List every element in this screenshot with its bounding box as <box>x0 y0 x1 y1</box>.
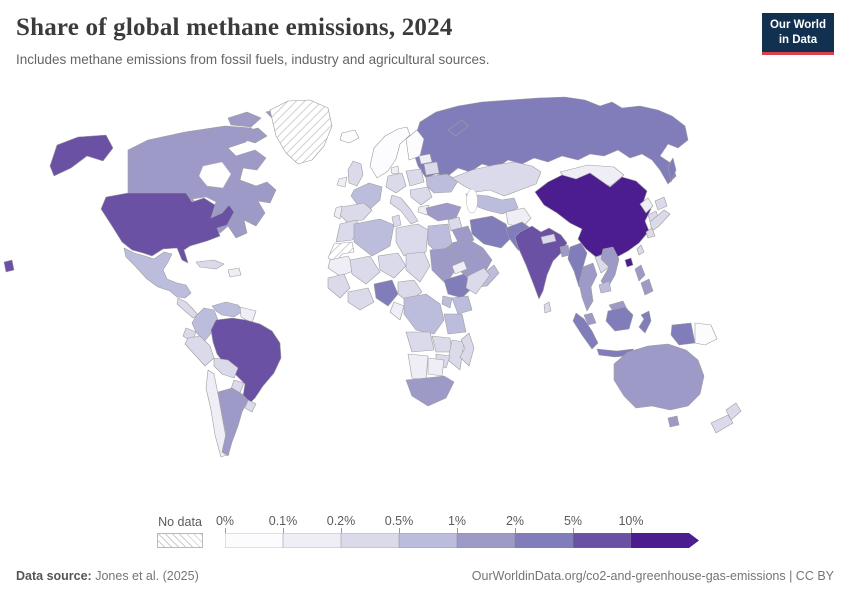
legend-tick-mark <box>515 528 516 533</box>
country-baltics[interactable] <box>419 154 432 164</box>
data-source-value: Jones et al. (2025) <box>92 569 199 583</box>
country-united-states-alaska[interactable] <box>50 135 113 176</box>
country-canada-arctic-1[interactable] <box>228 112 261 127</box>
country-indonesia-borneo[interactable] <box>606 307 633 331</box>
country-germany[interactable] <box>386 173 406 193</box>
country-russia[interactable] <box>414 97 688 184</box>
country-iran[interactable] <box>470 216 511 248</box>
legend-tick-mark <box>283 528 284 533</box>
legend-color-bar: 0%0.1%0.2%0.5%1%2%5%10% <box>225 533 699 548</box>
legend-bin-1%-2%[interactable] <box>457 533 515 548</box>
country-angola[interactable] <box>406 332 434 352</box>
legend-tick-mark <box>573 528 574 533</box>
country-chad[interactable] <box>406 252 430 282</box>
country-australia-tasmania[interactable] <box>668 416 679 427</box>
country-papua-new-guinea[interactable] <box>695 323 717 345</box>
country-spain[interactable] <box>339 203 372 222</box>
owid-logo-line2: in Data <box>779 34 817 46</box>
chart-frame: Share of global methane emissions, 2024 … <box>0 0 850 600</box>
country-south-africa[interactable] <box>406 376 454 406</box>
legend-bin-0%-0.1%[interactable] <box>225 533 283 548</box>
owid-logo[interactable]: Our World in Data <box>762 13 834 55</box>
country-zambia[interactable] <box>432 336 452 352</box>
country-mali[interactable] <box>350 256 380 284</box>
legend-no-data-swatch[interactable] <box>157 533 203 548</box>
country-poland[interactable] <box>406 169 424 186</box>
world-map <box>0 88 850 508</box>
legend-bin-2%-5%[interactable] <box>515 533 573 548</box>
country-ukraine[interactable] <box>426 174 458 193</box>
country-iceland[interactable] <box>340 130 359 143</box>
country-new-zealand-south[interactable] <box>711 415 733 433</box>
legend-tick-label: 5% <box>564 514 582 528</box>
legend-tick-mark <box>225 528 226 533</box>
legend-tick-mark <box>631 528 632 533</box>
country-portugal[interactable] <box>334 206 342 219</box>
legend-tick-label: 0.2% <box>327 514 356 528</box>
country-venezuela[interactable] <box>212 302 243 317</box>
country-philippines-luzon[interactable] <box>635 265 645 281</box>
country-uganda[interactable] <box>442 296 452 308</box>
country-ireland[interactable] <box>337 177 347 187</box>
country-algeria[interactable] <box>354 219 394 256</box>
country-greenland[interactable] <box>270 100 332 164</box>
country-taiwan[interactable] <box>637 245 644 255</box>
country-tanzania[interactable] <box>444 314 466 334</box>
legend-tick-label: 2% <box>506 514 524 528</box>
country-china-hainan[interactable] <box>625 258 633 267</box>
legend-tick-label: 0.1% <box>269 514 298 528</box>
data-source-label: Data source: <box>16 569 92 583</box>
legend-tick-mark <box>341 528 342 533</box>
legend-tick-label: 10% <box>618 514 643 528</box>
country-kenya[interactable] <box>452 296 472 314</box>
page-title: Share of global methane emissions, 2024 <box>16 14 453 42</box>
country-gabon-congo[interactable] <box>390 302 404 320</box>
country-denmark[interactable] <box>391 166 399 174</box>
legend-tick-mark <box>457 528 458 533</box>
country-indonesia-sulawesi[interactable] <box>639 311 651 333</box>
legend-tick-label: 0.5% <box>385 514 414 528</box>
country-hispaniola[interactable] <box>228 268 241 277</box>
country-sri-lanka[interactable] <box>544 302 551 313</box>
country-united-kingdom[interactable] <box>348 161 363 186</box>
owid-logo-line1: Our World <box>770 19 826 31</box>
country-cambodia[interactable] <box>599 281 611 293</box>
country-balkans[interactable] <box>410 187 432 205</box>
country-japan-hokkaido[interactable] <box>655 197 667 210</box>
caspian-sea <box>467 189 478 213</box>
legend-bin->10%[interactable] <box>631 533 699 548</box>
country-central-america[interactable] <box>177 298 198 318</box>
footer-credit-link[interactable]: OurWorldinData.org/co2-and-greenhouse-ga… <box>472 569 834 583</box>
country-libya[interactable] <box>396 224 428 256</box>
country-australia[interactable] <box>614 344 704 410</box>
country-cuba[interactable] <box>196 260 224 269</box>
legend-bin-0.2%-0.5%[interactable] <box>341 533 399 548</box>
legend-tick-mark <box>399 528 400 533</box>
chart-subtitle: Includes methane emissions from fossil f… <box>16 52 489 67</box>
legend-bin-5%-10%[interactable] <box>573 533 631 548</box>
country-botswana[interactable] <box>428 358 444 376</box>
country-namibia[interactable] <box>408 354 428 380</box>
country-philippines-mindanao[interactable] <box>641 279 653 295</box>
legend-tick-label: 1% <box>448 514 466 528</box>
footer-data-source: Data source: Jones et al. (2025) <box>16 569 199 583</box>
country-ivory-coast-ghana[interactable] <box>348 288 374 310</box>
legend-tick-label: 0% <box>216 514 234 528</box>
country-belarus[interactable] <box>424 162 439 175</box>
country-drc[interactable] <box>404 294 444 334</box>
legend-bin-0.5%-1%[interactable] <box>399 533 457 548</box>
country-tunisia[interactable] <box>392 215 401 227</box>
country-norway-sweden[interactable] <box>370 127 410 178</box>
legend-no-data-label: No data <box>157 515 203 529</box>
country-indonesia-papua[interactable] <box>671 323 695 345</box>
country-united-states-aleutian[interactable] <box>4 260 14 272</box>
country-niger[interactable] <box>378 253 406 278</box>
legend-bin-0.1%-0.2%[interactable] <box>283 533 341 548</box>
country-senegal-guinea[interactable] <box>328 274 350 298</box>
country-peru[interactable] <box>185 336 214 366</box>
